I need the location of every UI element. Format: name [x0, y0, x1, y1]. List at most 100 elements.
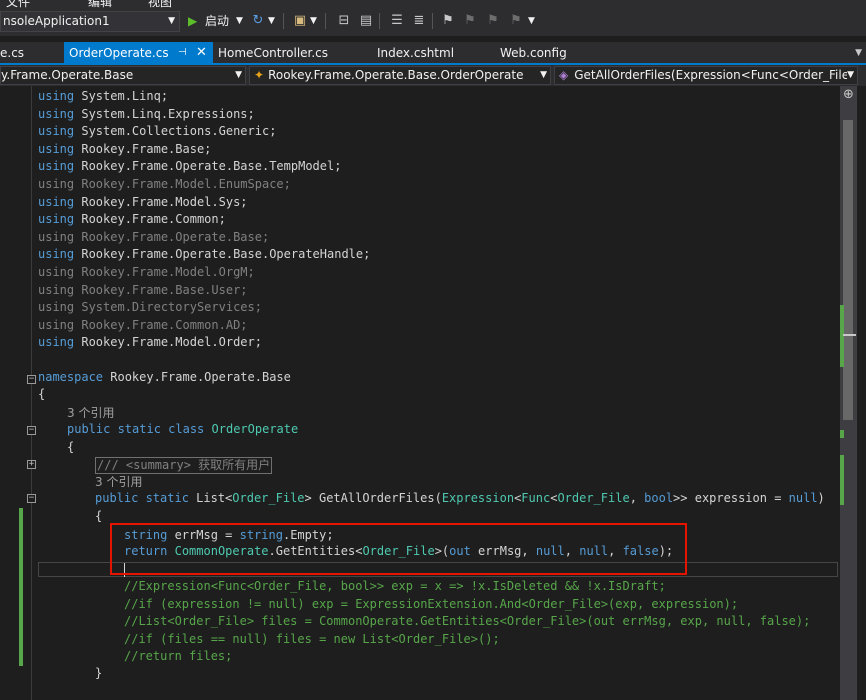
member-nav-label: GetAllOrderFiles(Expression<Func<Order_F…	[574, 68, 853, 82]
scrollbar-change-marker	[840, 305, 844, 367]
toolbar-separator	[379, 13, 380, 29]
highlight-box	[110, 523, 687, 575]
using-namespace: Rookey.Frame.Common;	[81, 212, 226, 227]
using-namespace: Rookey.Frame.Base;	[81, 141, 212, 156]
project-nav-combo[interactable]: y.Frame.Operate.Base ▼	[0, 66, 246, 85]
using-line: using Rookey.Frame.Model.OrgM;	[38, 264, 255, 281]
collapsed-summary: /// <summary> 获取所有用户	[95, 457, 273, 474]
summary-comment[interactable]: /// <summary> 获取所有用户	[95, 457, 273, 474]
tab-overflow-icon[interactable]: ▼	[855, 42, 862, 64]
collapse-icon[interactable]: −	[27, 494, 36, 503]
start-button[interactable]: 启动	[205, 11, 229, 32]
method-reference-count[interactable]: 3 个引用	[95, 473, 142, 490]
using-namespace: System.Collections.Generic;	[81, 124, 277, 139]
start-dropdown-icon[interactable]: ▼	[236, 11, 243, 32]
method-icon: ◈	[559, 68, 569, 82]
using-keyword: using	[38, 265, 75, 279]
comment-line: //return files;	[124, 649, 233, 664]
indent-icon[interactable]: ☰	[388, 12, 406, 30]
gutter-divider	[31, 86, 32, 700]
startup-project-combo[interactable]: nsoleApplication1 ▼	[0, 11, 180, 32]
scrollbar-change-marker	[840, 430, 844, 438]
using-namespace: System.Linq.Expressions;	[81, 106, 255, 121]
using-line: using Rookey.Frame.Base;	[38, 141, 211, 158]
class-modifiers: public static class	[67, 422, 205, 436]
using-line: using Rookey.Frame.Model.EnumSpace;	[38, 176, 291, 193]
using-namespace: Rookey.Frame.Model.Sys;	[81, 194, 248, 209]
menu-bar: 文件 编辑 视图	[0, 0, 866, 9]
bookmark-icon[interactable]: ⚑	[439, 12, 457, 30]
browser-link-dropdown-icon[interactable]: ▼	[310, 11, 317, 32]
prev-bookmark-icon[interactable]: ⚑	[461, 12, 479, 30]
namespace-keyword: namespace	[38, 370, 104, 384]
using-line: using Rookey.Frame.Common.AD;	[38, 317, 248, 334]
toolbar-separator	[283, 13, 284, 29]
tab-label: Web.config	[500, 46, 567, 60]
using-line: using Rookey.Frame.Operate.Base.OperateH…	[38, 246, 370, 263]
comment-line: //List<Order_File> files = CommonOperate…	[124, 614, 811, 629]
chevron-down-icon: ▼	[540, 67, 547, 84]
class-nav-combo[interactable]: ✦ Rookey.Frame.Operate.Base.OrderOperate …	[249, 66, 551, 85]
using-line: using Rookey.Frame.Model.Order;	[38, 334, 262, 351]
chevron-down-icon: ▼	[847, 67, 854, 84]
tab-e-cs[interactable]: e.cs	[0, 42, 60, 64]
using-line: using System.Linq;	[38, 88, 168, 105]
using-keyword: using	[38, 177, 75, 191]
using-keyword: using	[38, 317, 75, 332]
toolbar-separator	[432, 13, 433, 29]
class-reference-count[interactable]: 3 个引用	[67, 404, 114, 421]
refresh-dropdown-icon[interactable]: ▼	[268, 11, 275, 32]
method-close-brace: }	[95, 666, 103, 680]
using-namespace: Rookey.Frame.Model.EnumSpace;	[81, 177, 291, 191]
tab-orderoperate-cs[interactable]: OrderOperate.cs ⊣ ✕	[64, 42, 213, 64]
using-namespace: System.DirectoryServices;	[81, 300, 262, 315]
member-nav-combo[interactable]: ◈ GetAllOrderFiles(Expression<Func<Order_…	[554, 66, 858, 85]
using-namespace: System.Linq;	[81, 89, 169, 103]
using-keyword: using	[38, 159, 75, 174]
using-namespace: Rookey.Frame.Model.Order;	[81, 335, 262, 350]
using-namespace: Rookey.Frame.Base.User;	[81, 282, 248, 297]
using-keyword: using	[38, 212, 75, 227]
toolbar-overflow-icon[interactable]: ▼	[528, 11, 535, 32]
using-keyword: using	[38, 300, 75, 315]
format-icon[interactable]: ▤	[357, 12, 375, 30]
tab-label: e.cs	[0, 46, 25, 60]
using-line: using Rookey.Frame.Base.User;	[38, 282, 248, 299]
using-keyword: using	[38, 89, 75, 103]
menu-item-view[interactable]: 视图	[148, 0, 172, 9]
split-window-icon[interactable]: ⊕	[841, 88, 856, 102]
using-line: using Rookey.Frame.Operate.Base.TempMode…	[38, 158, 341, 175]
class-open-brace: {	[67, 440, 75, 454]
collapse-icon[interactable]: −	[27, 375, 36, 384]
scrollbar-caret-marker	[843, 334, 856, 336]
browser-link-icon[interactable]: ▣	[291, 12, 309, 30]
tab-homecontroller-cs[interactable]: HomeController.cs	[213, 42, 363, 64]
using-keyword: using	[38, 194, 75, 209]
chevron-down-icon: ▼	[168, 16, 175, 26]
play-icon[interactable]: ▶	[188, 11, 197, 32]
using-keyword: using	[38, 124, 75, 139]
pin-icon[interactable]: ⊣	[178, 42, 187, 64]
using-namespace: Rookey.Frame.Operate.Base.OperateHandle;	[81, 247, 371, 262]
document-tab-strip: e.cs OrderOperate.cs ⊣ ✕ HomeController.…	[0, 42, 866, 64]
using-line: using Rookey.Frame.Operate.Base;	[38, 229, 269, 246]
clear-bookmarks-icon[interactable]: ⚑	[507, 12, 525, 30]
expand-icon[interactable]: +	[27, 460, 36, 469]
using-keyword: using	[38, 247, 75, 262]
tab-index-cshtml[interactable]: Index.cshtml	[372, 42, 482, 64]
step-icon[interactable]: ⊟	[335, 12, 353, 30]
menu-item-edit[interactable]: 编辑	[88, 0, 112, 9]
scrollbar-thumb[interactable]	[843, 120, 853, 420]
menu-item-file[interactable]: 文件	[6, 0, 30, 9]
collapse-icon[interactable]: −	[27, 426, 36, 435]
comment-icon[interactable]: ≣	[410, 12, 428, 30]
method-open-brace: {	[95, 509, 103, 523]
class-nav-label: Rookey.Frame.Operate.Base.OrderOperate	[268, 68, 524, 82]
close-icon[interactable]: ✕	[196, 42, 207, 64]
next-bookmark-icon[interactable]: ⚑	[484, 12, 502, 30]
using-namespace: Rookey.Frame.Common.AD;	[81, 317, 248, 332]
refresh-icon[interactable]: ↻	[249, 12, 267, 30]
tab-web-config[interactable]: Web.config	[495, 42, 595, 64]
using-namespace: Rookey.Frame.Operate.Base.TempModel;	[81, 159, 342, 174]
using-keyword: using	[38, 229, 75, 244]
